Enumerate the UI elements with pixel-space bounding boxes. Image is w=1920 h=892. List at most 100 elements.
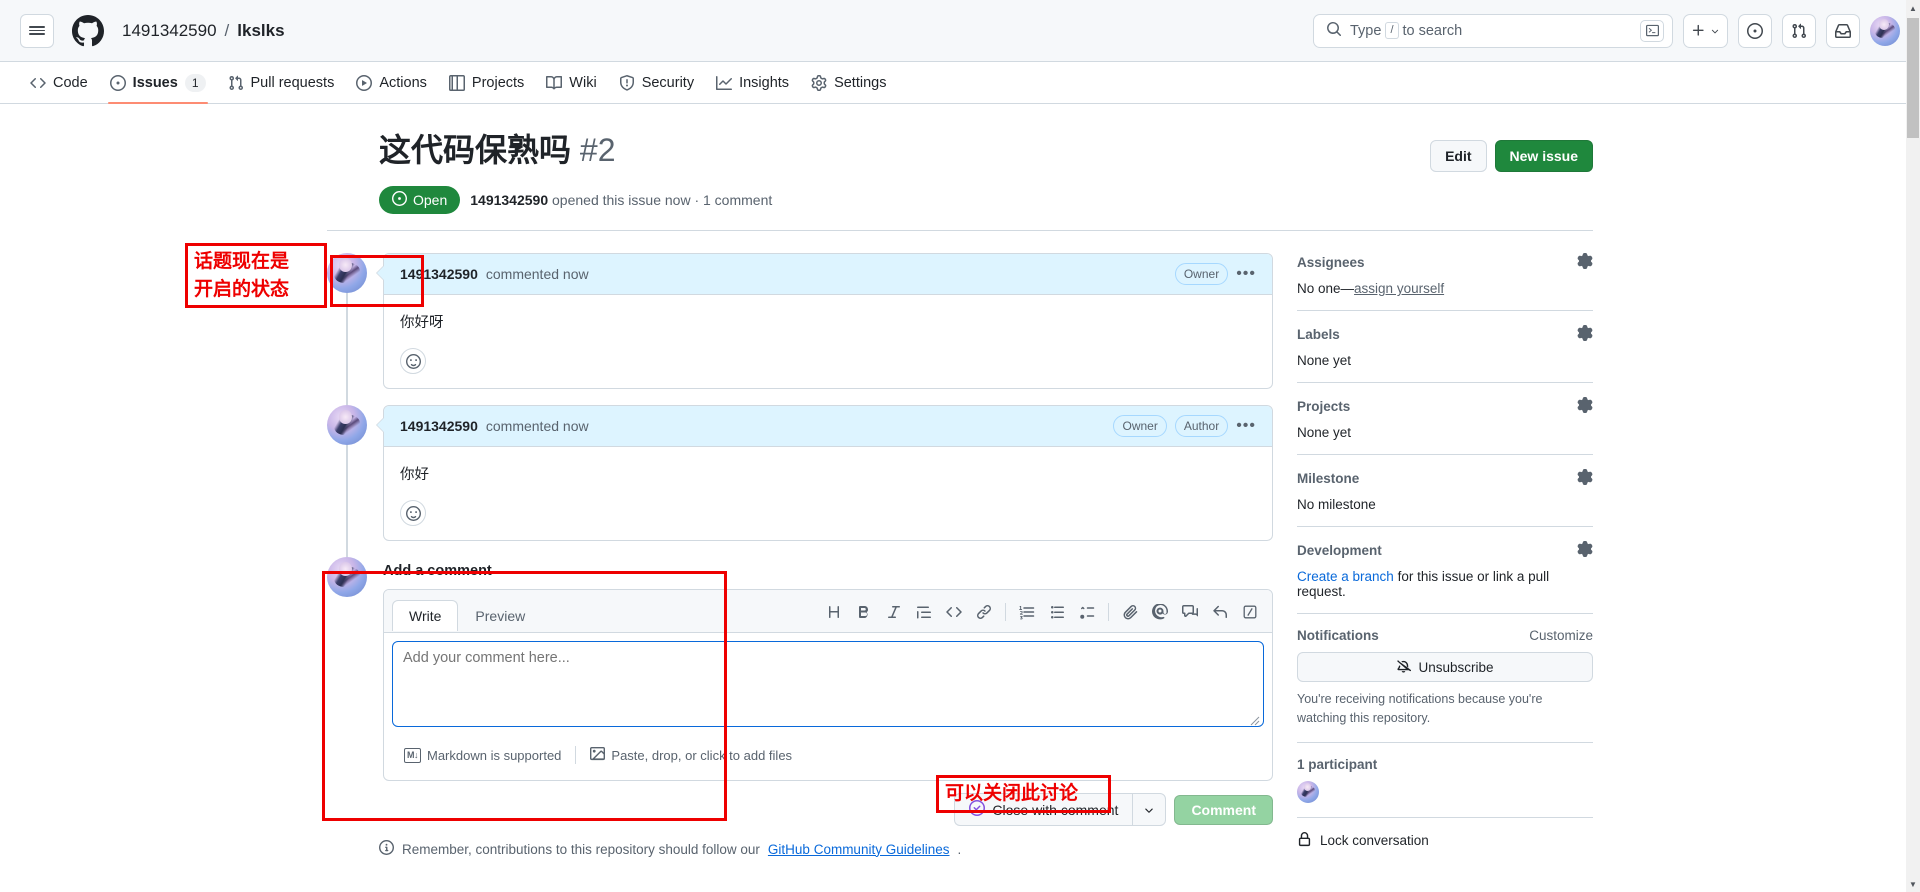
comment-menu-button[interactable]: •••: [1236, 418, 1256, 434]
nav-item-projects[interactable]: Projects: [439, 66, 534, 100]
breadcrumb-repo[interactable]: lkslks: [237, 21, 284, 41]
attach-files-note[interactable]: Paste, drop, or click to add files: [580, 742, 802, 768]
nav-item-issues[interactable]: Issues 1: [100, 66, 216, 104]
user-avatar[interactable]: [1870, 15, 1900, 46]
create-branch-link[interactable]: Create a branch: [1297, 569, 1394, 584]
gear-icon[interactable]: [1577, 253, 1593, 272]
gear-icon[interactable]: [1577, 469, 1593, 488]
header-right-actions: Type / to search: [1313, 13, 1900, 48]
comment-body: 1491342590 commented now Owner Author ••…: [376, 405, 1273, 541]
editor-tabs: Write Preview: [384, 590, 1272, 633]
comment-menu-button[interactable]: •••: [1236, 266, 1256, 282]
nav-item-settings[interactable]: Settings: [801, 66, 896, 100]
nav-item-wiki[interactable]: Wiki: [536, 66, 606, 100]
new-issue-button[interactable]: New issue: [1494, 140, 1593, 172]
comment-form-actions: Close with comment Comment: [383, 793, 1273, 826]
reference-icon[interactable]: [1176, 598, 1204, 626]
comment-header-right: Owner Author •••: [1113, 415, 1256, 437]
mention-icon[interactable]: [1146, 598, 1174, 626]
sidebar-milestone-title: Milestone: [1297, 471, 1360, 486]
tab-preview[interactable]: Preview: [458, 600, 542, 631]
task-list-icon[interactable]: [1073, 598, 1101, 626]
search-input[interactable]: Type / to search: [1313, 13, 1673, 48]
scroll-down-arrow-icon[interactable]: ▼: [1907, 876, 1919, 892]
edit-button[interactable]: Edit: [1430, 140, 1487, 172]
nav-item-pull-requests[interactable]: Pull requests: [218, 66, 345, 100]
quote-icon[interactable]: [910, 598, 938, 626]
nav-item-insights[interactable]: Insights: [706, 66, 799, 100]
close-with-comment-button[interactable]: Close with comment: [954, 793, 1133, 826]
code-icon[interactable]: [940, 598, 968, 626]
gear-icon[interactable]: [1577, 541, 1593, 560]
markdown-note-label: Markdown is supported: [427, 747, 562, 763]
link-icon[interactable]: [970, 598, 998, 626]
nav-item-code[interactable]: Code: [20, 66, 98, 100]
repository-nav: Code Issues 1 Pull requests Actions Proj…: [0, 62, 1920, 104]
sidebar-development-header: Development: [1297, 541, 1593, 560]
state-annotation-text: 话题现在是 开启的状态: [194, 248, 289, 303]
git-pull-request-icon: [228, 75, 244, 91]
comment-author[interactable]: 1491342590: [400, 418, 478, 434]
chevron-down-icon: [1711, 29, 1719, 33]
create-new-button[interactable]: [1683, 13, 1728, 48]
heading-icon[interactable]: [820, 598, 848, 626]
command-palette-icon[interactable]: [1640, 19, 1664, 42]
notifications-inbox-button[interactable]: [1826, 13, 1860, 48]
scrollbar-thumb[interactable]: [1907, 18, 1919, 138]
slash-command-icon[interactable]: [1236, 598, 1264, 626]
sidebar-section-notifications: Notifications Customize Unsubscribe You'…: [1297, 614, 1593, 743]
scroll-up-arrow-icon[interactable]: ▲: [1907, 0, 1919, 16]
page-scrollbar[interactable]: ▲ ▼: [1906, 0, 1920, 892]
search-ph-before: Type: [1350, 22, 1382, 39]
markdown-supported-note[interactable]: M↓ Markdown is supported: [394, 744, 571, 767]
submit-comment-button[interactable]: Comment: [1174, 794, 1273, 825]
sidebar-participants-header: 1 participant: [1297, 757, 1593, 772]
add-reaction-icon[interactable]: [400, 500, 426, 526]
toolbar-divider: [1108, 603, 1109, 621]
close-with-comment-label: Close with comment: [992, 801, 1119, 818]
pull-requests-button[interactable]: [1782, 13, 1816, 48]
unordered-list-icon[interactable]: [1043, 598, 1071, 626]
sidebar-section-assignees: Assignees No one—assign yourself: [1297, 253, 1593, 311]
issues-button[interactable]: [1738, 13, 1772, 48]
unsubscribe-button[interactable]: Unsubscribe: [1297, 652, 1593, 682]
close-options-dropdown-button[interactable]: [1132, 793, 1167, 826]
comment-textarea[interactable]: [392, 641, 1264, 727]
reply-icon[interactable]: [1206, 598, 1234, 626]
lock-conversation-button[interactable]: Lock conversation: [1297, 818, 1593, 850]
breadcrumb-owner[interactable]: 1491342590: [122, 21, 217, 41]
comment-item: 1491342590 commented now Owner ••• 你好呀: [327, 253, 1273, 405]
nav-item-security[interactable]: Security: [609, 66, 704, 100]
customize-notifications-link[interactable]: Customize: [1529, 628, 1593, 643]
community-guidelines-note: Remember, contributions to this reposito…: [327, 840, 1273, 858]
avatar[interactable]: [327, 405, 367, 445]
sidebar-milestone-value: No milestone: [1297, 497, 1376, 512]
gear-icon[interactable]: [1577, 325, 1593, 344]
gear-icon: [811, 74, 827, 91]
ordered-list-icon[interactable]: [1013, 598, 1041, 626]
nav-label: Wiki: [569, 74, 597, 91]
gear-icon[interactable]: [1577, 397, 1593, 416]
avatar[interactable]: [327, 253, 367, 293]
assign-yourself-link[interactable]: assign yourself: [1354, 281, 1444, 296]
comment-editor: Write Preview Add your comment here... M…: [383, 589, 1273, 781]
sidebar-projects-header: Projects: [1297, 397, 1593, 416]
editor-footer: M↓ Markdown is supported Paste, drop, or…: [384, 738, 1272, 780]
status-badge[interactable]: Open: [379, 186, 461, 214]
bold-icon[interactable]: [850, 598, 878, 626]
italic-icon[interactable]: [880, 598, 908, 626]
add-reaction-icon[interactable]: [400, 348, 426, 374]
nav-label: Actions: [379, 74, 427, 91]
avatar[interactable]: [327, 557, 367, 597]
nav-item-actions[interactable]: Actions: [346, 66, 437, 100]
comment-author[interactable]: 1491342590: [400, 266, 478, 282]
comment-header: 1491342590 commented now Owner •••: [384, 254, 1272, 295]
guidelines-link[interactable]: GitHub Community Guidelines: [768, 842, 950, 857]
github-logo-icon[interactable]: [72, 14, 104, 47]
comment-action: commented now: [485, 418, 589, 434]
participant-avatar[interactable]: [1297, 780, 1319, 803]
issue-meta-row: Open 1491342590 opened this issue now · …: [327, 186, 1593, 231]
hamburger-menu-button[interactable]: [20, 13, 54, 48]
tab-write[interactable]: Write: [392, 600, 459, 631]
attachment-icon[interactable]: [1116, 598, 1144, 626]
